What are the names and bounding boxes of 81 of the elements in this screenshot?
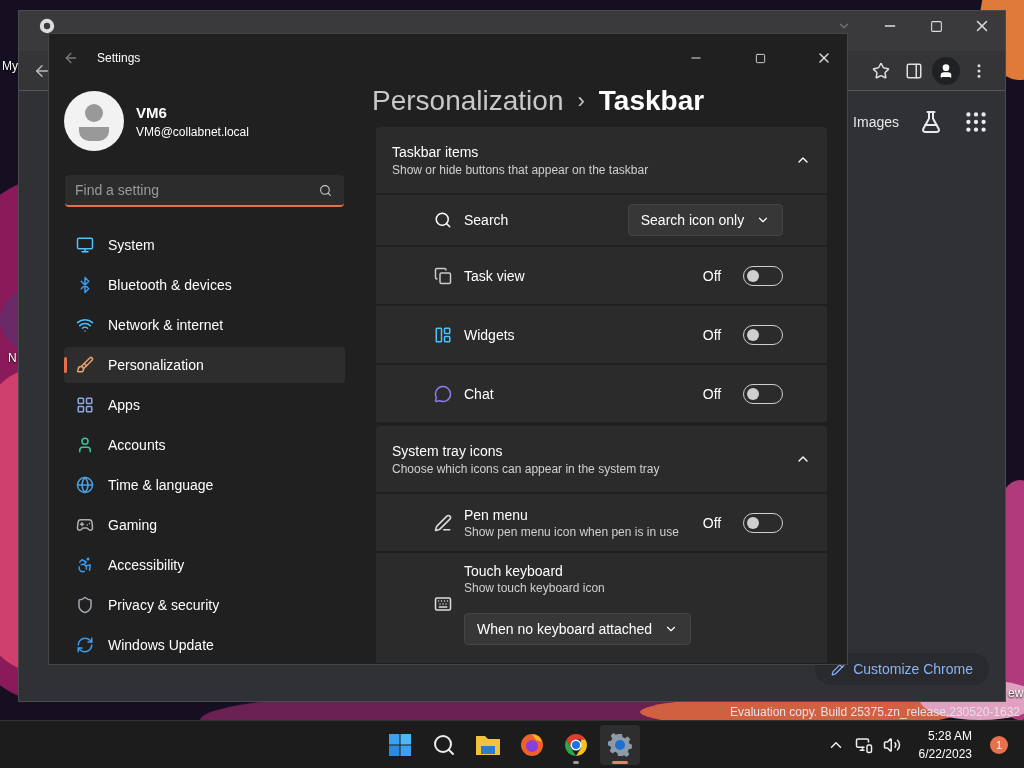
toggle-state-label: Off [702,514,722,531]
setting-description: Show pen menu icon when pen is in use [464,524,679,539]
shield-icon [76,596,94,614]
gamepad-icon [76,516,94,534]
pencil-icon [831,662,846,676]
nav-item[interactable]: Bluetooth & devices [64,267,345,303]
nav-item[interactable]: Accounts [64,427,345,463]
nav-item[interactable]: Network & internet [64,307,345,343]
wifi-icon [76,316,94,334]
setting-label: Task view [464,267,525,284]
setting-label: Touch keyboard [464,563,564,579]
setting-description: Show touch keyboard icon [464,581,606,595]
keyboard-icon [434,595,452,613]
nav-item[interactable]: Apps [64,387,345,423]
breadcrumb-separator: › [577,87,585,114]
customize-chrome-button[interactable]: Customize Chrome [815,653,989,685]
toggle-state-label: Off [702,326,722,343]
section-header[interactable]: Taskbar items Show or hide buttons that appear on the taskbar [376,127,828,193]
setting-label: Widgets [464,326,515,343]
accessibility-icon [76,556,94,574]
desktop-icon-label: ew [1008,686,1024,700]
windows-start-icon [388,733,412,757]
person-icon [76,436,94,454]
widgets-icon [434,325,452,344]
section-subtitle: Choose which icons can appear in the system tray [392,461,660,476]
toggle-state-label: Off [702,267,722,284]
setting-label: Pen menu [464,506,529,523]
section-header[interactable]: System tray icons Choose which icons can appear in the system tray [376,426,828,492]
running-indicator [612,761,628,764]
user-email: VM6@collabnet.local [136,124,249,139]
profile-button[interactable] [932,56,960,85]
side-panel-icon[interactable] [904,61,923,80]
dropdown[interactable]: Search icon only [627,204,784,236]
maximize-icon[interactable] [754,52,766,64]
setting-label: Chat [464,385,494,402]
setting-label: Search [464,212,509,228]
pen-icon [434,513,452,532]
search-field[interactable]: Find a setting [65,175,344,207]
star-icon[interactable] [871,61,890,80]
avatar [64,91,124,151]
maximize-icon[interactable] [929,19,943,33]
page-title: Taskbar [598,84,705,117]
nav-item[interactable]: Gaming [64,507,345,543]
clock[interactable]: 5:28 AM 6/22/2023 [918,726,972,763]
flask-icon[interactable] [919,110,943,134]
section-subtitle: Show or hide buttons that appear on the taskbar [392,162,649,177]
person-icon [938,62,954,79]
nav-item[interactable]: Windows Update [64,627,345,663]
toggle-state-label: Off [702,385,722,402]
search-icon [432,733,456,757]
nav-item[interactable]: Personalization [64,347,345,383]
chat-icon [434,384,452,403]
nav-item[interactable]: System [64,227,345,263]
nav-item[interactable]: Privacy & security [64,587,345,623]
breadcrumb-link[interactable]: Personalization [372,84,564,117]
chrome-logo-icon [564,733,588,757]
gear-icon [608,733,632,757]
nav-item[interactable]: Accessibility [64,547,345,583]
fox-globe-icon [520,733,544,757]
apps-grid-icon [76,396,94,414]
window-title: Settings [97,51,141,65]
update-icon [76,636,94,654]
volume-icon[interactable] [882,735,901,754]
brush-icon [76,356,94,374]
search-icon [434,211,452,229]
desktop-icon-label: N [8,351,17,365]
globe-icon [76,476,94,494]
desktop-icon-label: My [2,59,18,73]
running-indicator [573,761,579,764]
dropdown[interactable]: When no keyboard attached [464,613,692,645]
monitor-icon [76,236,94,254]
apps-grid-icon[interactable] [963,109,989,135]
folder-icon [475,733,501,757]
section-title: Taskbar items [392,143,480,160]
search-icon [319,184,332,197]
nav-item[interactable]: Time & language [64,467,345,503]
task-view-icon [434,266,452,285]
user-name: VM6 [136,103,168,121]
images-link[interactable]: Images [853,114,899,130]
network-icon[interactable] [854,735,873,754]
section-title: System tray icons [392,442,504,459]
